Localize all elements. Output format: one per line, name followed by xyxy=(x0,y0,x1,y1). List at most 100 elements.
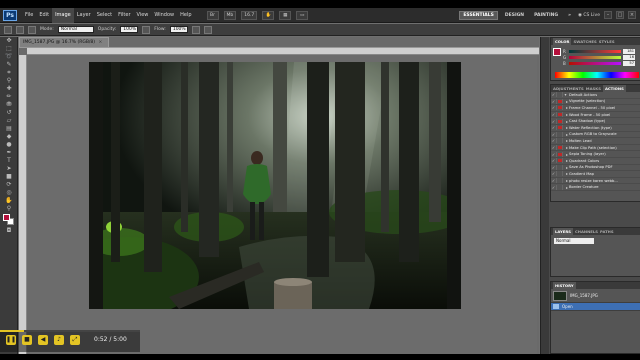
menu-filter[interactable]: Filter xyxy=(115,8,133,23)
blue-value[interactable]: 57 xyxy=(623,60,635,66)
dodge-tool-icon[interactable]: ● xyxy=(4,142,14,149)
action-item[interactable]: ✓ ▸ Wood Frame - 50 pixel xyxy=(551,112,640,119)
brush-tool-icon[interactable]: ✏ xyxy=(4,94,14,101)
color-spectrum-bar[interactable] xyxy=(555,72,639,78)
tablet-pressure-icon[interactable] xyxy=(203,25,212,34)
volume-button[interactable]: ♪ xyxy=(54,335,64,345)
zoom-tool-icon[interactable]: ⚲ xyxy=(4,206,14,213)
airbrush-icon[interactable] xyxy=(191,25,200,34)
gradient-tool-icon[interactable]: ▤ xyxy=(4,126,14,133)
history-brush-tool-icon[interactable]: ↺ xyxy=(4,110,14,117)
eyedropper-tool-icon[interactable]: ⚲ xyxy=(4,78,14,85)
action-set-row[interactable]: ✓ ▾ Default Actions xyxy=(551,92,640,99)
menu-window[interactable]: Window xyxy=(151,8,177,23)
3d-orbit-tool-icon[interactable]: ◎ xyxy=(4,190,14,197)
tab-swatches[interactable]: SWATCHES xyxy=(573,38,596,45)
action-item[interactable]: ✓ ▸ Border Creature xyxy=(551,184,640,191)
tab-history[interactable]: HISTORY xyxy=(553,282,576,289)
action-item[interactable]: ✓ ▸ Quadrant Colors xyxy=(551,158,640,165)
action-item[interactable]: ✓ ▸ Sepia Toning (layer) xyxy=(551,151,640,158)
spot-healing-tool-icon[interactable]: ✚ xyxy=(4,86,14,93)
crop-tool-icon[interactable]: ⌗ xyxy=(4,70,14,77)
action-item[interactable]: ✓ ▸ Molten Lead xyxy=(551,138,640,145)
action-item[interactable]: ✓ ▸ Save As Photoshop PDF xyxy=(551,164,640,172)
foreground-color-chip[interactable] xyxy=(553,48,561,56)
clone-stamp-tool-icon[interactable]: ⛃ xyxy=(4,102,14,109)
shape-tool-icon[interactable]: ■ xyxy=(4,174,14,181)
workspace-essentials[interactable]: ESSENTIALS xyxy=(459,10,498,20)
workspace-design[interactable]: DESIGN xyxy=(502,11,527,20)
arrange-documents-icon[interactable]: ▦ xyxy=(279,10,292,20)
action-item[interactable]: ✓ ▸ Custom RGB to Grayscale xyxy=(551,131,640,139)
lasso-tool-icon[interactable]: ➰ xyxy=(4,54,14,61)
menu-help[interactable]: Help xyxy=(177,8,194,23)
eraser-tool-icon[interactable]: ▱ xyxy=(4,118,14,125)
close-document-icon[interactable]: × xyxy=(98,40,102,45)
history-snapshot-row[interactable]: IMG_1587.JPG xyxy=(551,289,640,303)
menu-layer[interactable]: Layer xyxy=(74,8,94,23)
tab-color[interactable]: COLOR xyxy=(553,38,572,45)
history-step-row[interactable]: Open xyxy=(551,303,640,311)
menu-image[interactable]: Image xyxy=(52,7,74,23)
blend-mode-select[interactable]: Normal xyxy=(554,238,594,244)
cs-live-button[interactable]: ◉ CS Live xyxy=(578,13,600,18)
play-pause-button[interactable]: ❚❚ xyxy=(6,335,16,345)
opacity-field[interactable]: 100% xyxy=(120,26,139,33)
action-item[interactable]: ✓ ▸ Cast Shadow (type) xyxy=(551,118,640,125)
red-value[interactable]: 181 xyxy=(623,48,635,54)
red-slider[interactable] xyxy=(569,49,621,53)
move-tool-icon[interactable]: ✥ xyxy=(4,38,14,45)
action-item[interactable]: ✓ ▸ Make Clip Path (selection) xyxy=(551,145,640,152)
workspace-more-button[interactable]: » xyxy=(565,11,574,20)
fullscreen-button[interactable]: ⤢ xyxy=(70,335,80,345)
tab-actions[interactable]: ACTIONS xyxy=(602,85,626,92)
action-item[interactable]: ✓ ▸ Water Reflection (type) xyxy=(551,125,640,132)
mode-select[interactable]: Normal xyxy=(57,26,94,33)
tab-adjustments[interactable]: ADJUSTMENTS xyxy=(553,85,584,92)
marquee-tool-icon[interactable]: ⬚ xyxy=(4,46,14,53)
brush-size-icon[interactable] xyxy=(16,25,24,34)
action-item[interactable]: ✓ ▸ Gradient Map xyxy=(551,171,640,178)
green-slider[interactable] xyxy=(569,55,621,59)
screen-mode-icon[interactable]: ▭ xyxy=(296,10,309,20)
brush-panel-icon[interactable] xyxy=(28,25,36,34)
menu-edit[interactable]: Edit xyxy=(36,8,52,23)
menu-file[interactable]: File xyxy=(22,8,36,23)
stop-button[interactable]: ■ xyxy=(22,335,32,345)
tab-paths[interactable]: PATHS xyxy=(600,228,614,235)
minimize-button[interactable]: – xyxy=(604,11,612,19)
blur-tool-icon[interactable]: ◆ xyxy=(4,134,14,141)
menu-view[interactable]: View xyxy=(134,8,152,23)
pen-tool-icon[interactable]: ✒ xyxy=(4,150,14,157)
type-tool-icon[interactable]: T xyxy=(4,158,14,165)
tab-channels[interactable]: CHANNELS xyxy=(575,228,598,235)
brush-tool-preset-icon[interactable] xyxy=(4,25,12,34)
3d-rotate-tool-icon[interactable]: ⟳ xyxy=(4,182,14,189)
path-selection-tool-icon[interactable]: ➤ xyxy=(4,166,14,173)
quick-mask-icon[interactable]: ◘ xyxy=(4,228,14,235)
tab-styles[interactable]: STYLES xyxy=(599,38,615,45)
hand-tool-icon[interactable]: ✋ xyxy=(262,10,275,20)
hand-tool-icon[interactable]: ✋ xyxy=(4,198,14,205)
tab-masks[interactable]: MASKS xyxy=(586,85,601,92)
action-item[interactable]: ✓ ▸ photo resize karen webb... xyxy=(551,178,640,185)
forest-photo[interactable] xyxy=(89,62,461,309)
action-item[interactable]: ✓ ▸ Vignette (selection) xyxy=(551,98,640,106)
bridge-button[interactable]: Br xyxy=(206,10,219,20)
zoom-level-select[interactable]: 16.7 xyxy=(241,10,258,20)
opacity-pressure-icon[interactable] xyxy=(142,25,151,34)
document-tab[interactable]: IMG_1587.JPG @ 16.7% (RGB/8) × xyxy=(19,37,109,47)
blue-slider[interactable] xyxy=(569,61,621,65)
action-item[interactable]: ✓ ▸ Frame Channel - 50 pixel xyxy=(551,105,640,112)
rewind-button[interactable]: ◀ xyxy=(38,335,48,345)
foreground-color-swatch[interactable] xyxy=(3,214,10,221)
video-progress-bar[interactable] xyxy=(0,330,140,332)
maximize-button[interactable]: □ xyxy=(616,11,624,19)
tab-layers[interactable]: LAYERS xyxy=(553,228,573,235)
close-button[interactable]: × xyxy=(628,11,636,19)
menu-select[interactable]: Select xyxy=(94,8,115,23)
flow-field[interactable]: 100% xyxy=(169,26,188,33)
workspace-painting[interactable]: PAINTING xyxy=(531,11,561,20)
green-value[interactable]: 16 xyxy=(623,54,635,60)
quick-selection-tool-icon[interactable]: ✎ xyxy=(4,62,14,69)
